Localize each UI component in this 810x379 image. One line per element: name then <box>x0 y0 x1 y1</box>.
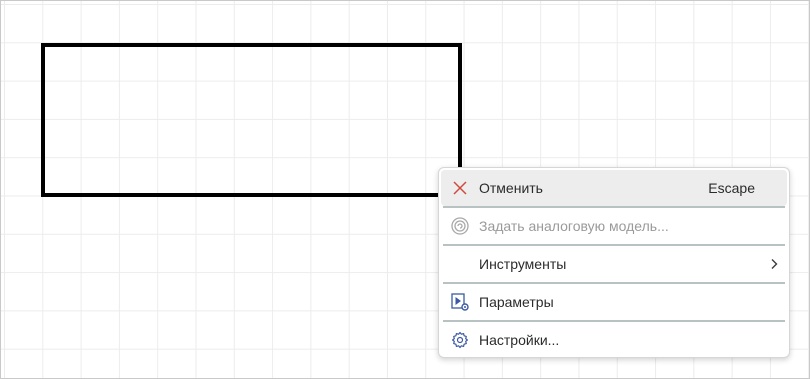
menu-item-label: Инструменты <box>479 256 567 272</box>
close-icon <box>441 170 479 206</box>
menu-item-settings[interactable]: Настройки... <box>441 322 787 358</box>
chevron-right-icon <box>769 258 779 270</box>
menu-item-tools[interactable]: Инструменты <box>441 246 787 282</box>
menu-item-cancel[interactable]: Отменить Escape <box>441 170 787 206</box>
rectangle-shape[interactable] <box>41 43 462 197</box>
menu-item-label: Параметры <box>479 294 554 310</box>
menu-item-parameters[interactable]: Параметры <box>441 284 787 320</box>
menu-item-label: Задать аналоговую модель... <box>479 218 669 234</box>
context-menu: Отменить Escape Задать аналоговую модель… <box>438 167 790 358</box>
spiral-icon <box>441 208 479 244</box>
drawing-canvas[interactable]: Отменить Escape Задать аналоговую модель… <box>0 0 810 379</box>
play-gear-icon <box>441 284 479 320</box>
menu-item-label: Настройки... <box>479 332 560 348</box>
menu-item-label: Отменить <box>479 180 543 196</box>
menu-item-shortcut: Escape <box>708 180 755 196</box>
gear-icon <box>441 322 479 358</box>
menu-item-set-analog-model[interactable]: Задать аналоговую модель... <box>441 208 787 244</box>
